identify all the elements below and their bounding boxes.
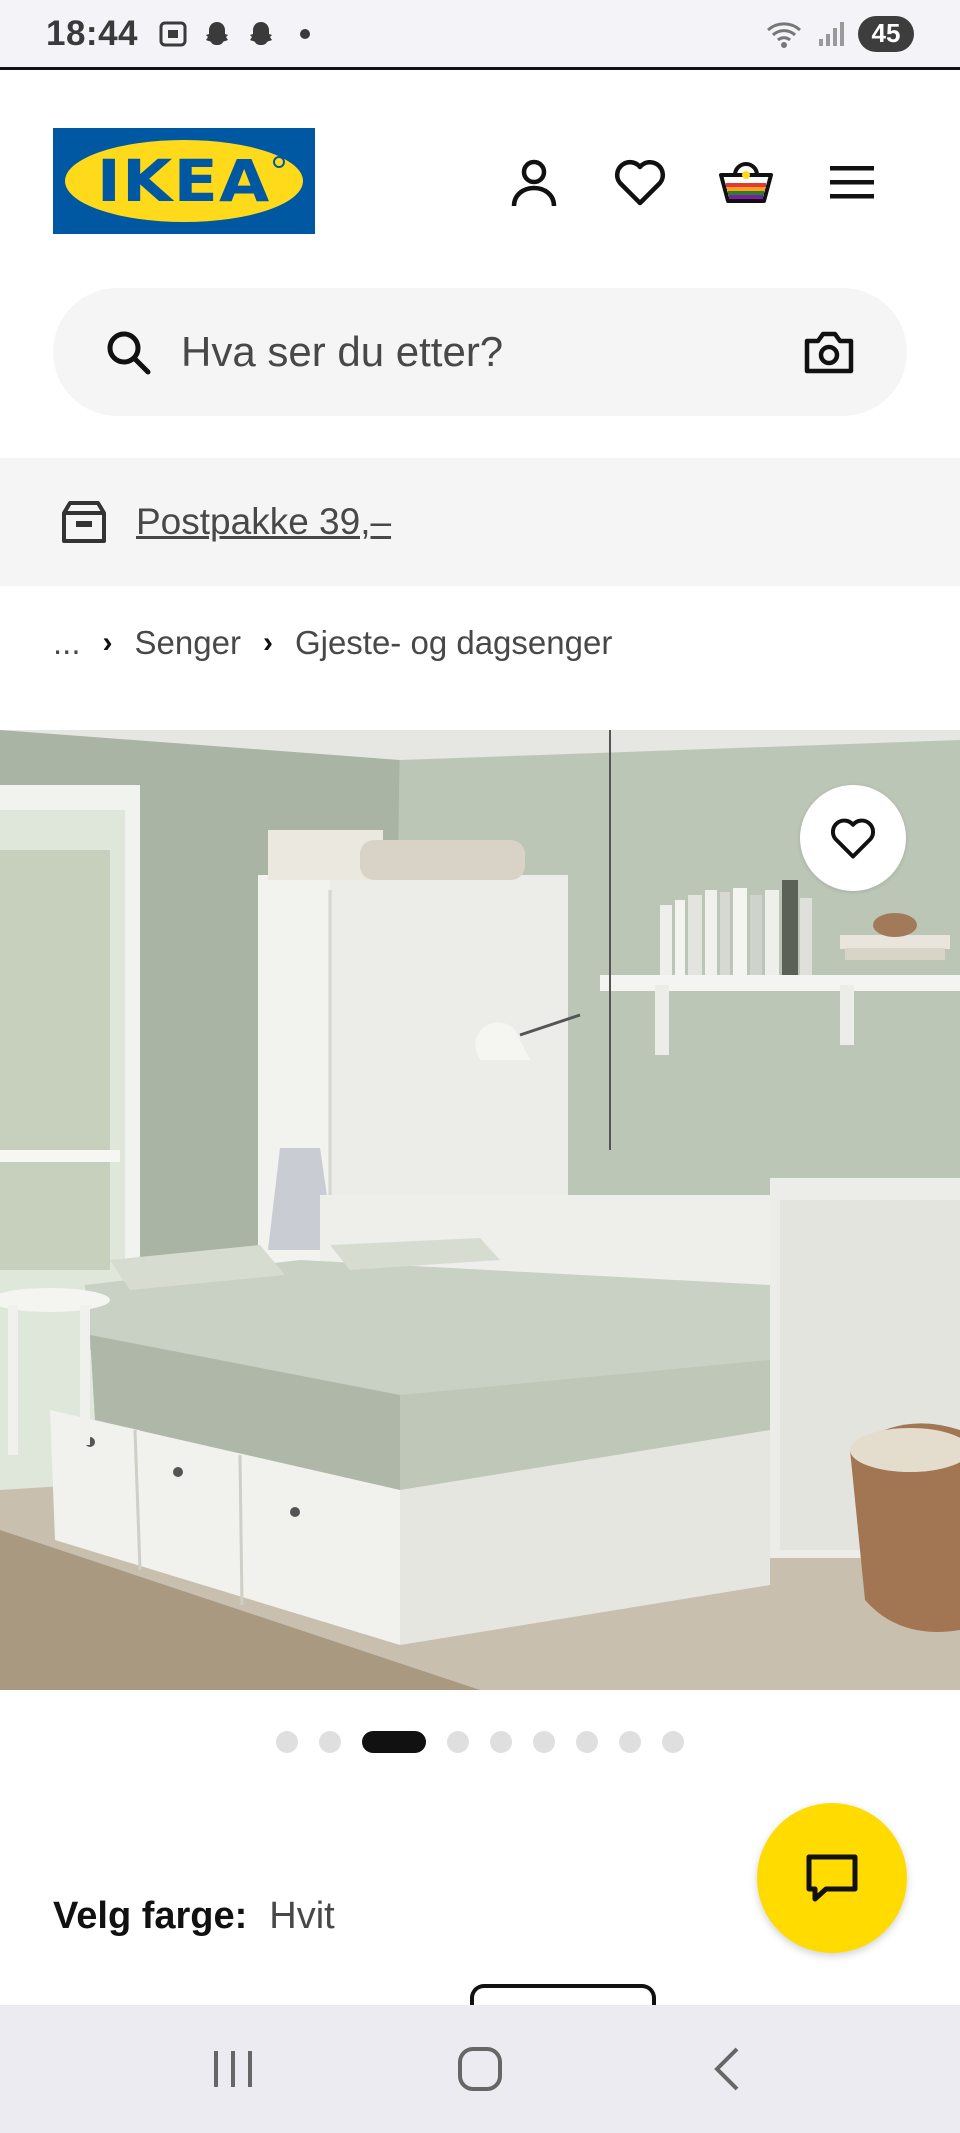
registered-mark (273, 156, 285, 168)
pagination-dot[interactable] (576, 1731, 598, 1753)
pagination-dot[interactable] (533, 1731, 555, 1753)
pagination-dot[interactable] (490, 1731, 512, 1753)
box-icon (60, 499, 108, 545)
search-input[interactable]: Hva ser du etter? (181, 328, 503, 376)
home-icon[interactable] (435, 2024, 525, 2114)
pagination-dot[interactable] (276, 1731, 298, 1753)
chevron-right-icon: › (102, 626, 113, 659)
camera-icon[interactable] (801, 324, 857, 380)
breadcrumb-ellipsis[interactable]: ... (53, 624, 81, 662)
heart-icon[interactable] (610, 152, 670, 212)
search-bar[interactable]: Hva ser du etter? (53, 288, 907, 416)
logo-oval: IKEA (65, 140, 303, 222)
system-nav-bar (0, 2005, 960, 2133)
chat-icon (804, 1852, 860, 1904)
dot-icon (290, 19, 320, 49)
add-to-favourites-button[interactable] (800, 785, 906, 891)
breadcrumb-item-gjeste-og-dagsenger[interactable]: Gjeste- og dagsenger (295, 624, 612, 662)
search-icon (103, 327, 153, 377)
pagination-dot[interactable] (619, 1731, 641, 1753)
breadcrumb: ... › Senger › Gjeste- og dagsenger (53, 615, 612, 671)
site-header: IKEA (0, 72, 960, 284)
menu-icon[interactable] (822, 152, 882, 212)
color-label: Velg farge: (53, 1895, 248, 1937)
image-pagination (276, 1730, 705, 1754)
chevron-right-icon: › (262, 626, 273, 659)
wifi-icon (764, 19, 804, 49)
status-time: 18:44 (46, 13, 139, 53)
color-value: Hvit (269, 1895, 335, 1937)
back-icon[interactable] (682, 2024, 772, 2114)
color-selector: Velg farge: Hvit (53, 1895, 335, 1938)
account-icon[interactable] (504, 152, 564, 212)
screenshot-icon (158, 19, 188, 49)
battery-indicator: 45 (858, 15, 914, 52)
basket-icon[interactable] (716, 152, 776, 212)
status-left-icons (158, 19, 320, 49)
pagination-dot[interactable] (319, 1731, 341, 1753)
shipping-promo[interactable]: Postpakke 39,– (0, 458, 960, 586)
recents-icon[interactable] (188, 2024, 278, 2114)
status-bar: 18:44 45 (0, 0, 960, 70)
shipping-promo-link[interactable]: Postpakke 39,– (136, 501, 391, 543)
breadcrumb-item-senger[interactable]: Senger (135, 624, 241, 662)
pagination-dot-active[interactable] (362, 1731, 426, 1753)
heart-icon (829, 816, 877, 860)
logo-text: IKEA (97, 147, 271, 215)
status-right-icons: 45 (764, 15, 914, 52)
pagination-dot[interactable] (662, 1731, 684, 1753)
ikea-logo[interactable]: IKEA (53, 128, 315, 234)
chat-button[interactable] (757, 1803, 907, 1953)
pagination-dot[interactable] (447, 1731, 469, 1753)
signal-icon (816, 19, 846, 49)
snapchat-icon (202, 19, 232, 49)
snapchat-icon (246, 19, 276, 49)
